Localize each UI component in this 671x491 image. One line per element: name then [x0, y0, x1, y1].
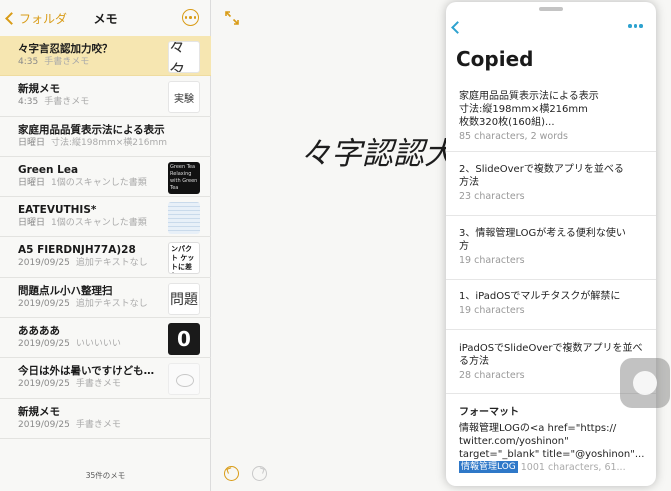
clip-count: 23 characters [459, 191, 525, 202]
note-title: ああああ [18, 325, 60, 338]
clip-text-line: 家庭用品品質表示法による表示 [459, 91, 599, 102]
note-date: 日曜日 [18, 218, 46, 229]
sidebar-title: メモ [93, 12, 118, 26]
note-date: 4:35 [18, 57, 39, 67]
clip-count: 19 characters [459, 305, 525, 316]
note-title: 新規メモ [18, 405, 60, 418]
handwriting-text: 々字認認大 [300, 136, 446, 172]
book-cover-digit: 0 [177, 327, 191, 352]
redo-icon[interactable] [252, 466, 267, 481]
note-count: 35件のメモ [85, 471, 126, 480]
note-title: Green Lea [18, 163, 79, 176]
clip-item[interactable]: 2、SlideOverで複数アプリを並べる 方法 23 characters [446, 152, 656, 216]
note-date: 4:35 [18, 97, 39, 108]
note-title: 今日は外は暑いですけども… [18, 365, 155, 378]
clip-text-line: 枚数320枚(160組)... [459, 117, 555, 128]
note-title: 家庭用品品質表示法による表示 [18, 123, 165, 136]
note-thumbnail: 問題 [168, 282, 200, 315]
note-row[interactable]: 問題点ル小ハ整理扫 2019/09/25 追加テキストなし 問題 [0, 278, 211, 319]
clip-text-line: iPadOSでSlideOverで複数アプリを並べ [459, 343, 643, 354]
clip-text-line: 情報管理LOGの<a href="https:// [459, 423, 617, 434]
note-thumbnail: Green Tea Relaxing with Green Tea [168, 161, 200, 194]
note-date: 2019/09/25 [18, 419, 70, 430]
note-thumbnail: ンパクト ケットに差し いい名筆 [168, 242, 200, 275]
slideover-title: Copied [456, 47, 534, 71]
note-thumbnail [168, 363, 200, 396]
undo-icon[interactable] [224, 466, 239, 481]
clip-count: 85 characters, 2 words [459, 131, 568, 142]
clip-item[interactable]: フォーマット 情報管理LOGの<a href="https:// twitter… [446, 394, 656, 480]
note-thumbnail [168, 202, 200, 235]
chevron-left-icon[interactable] [451, 21, 464, 34]
note-subtitle: 1個のスキャンした書類 [51, 218, 147, 229]
note-subtitle: 追加テキストなし [75, 298, 148, 309]
expand-icon[interactable] [224, 10, 240, 26]
more-options-icon[interactable] [182, 9, 199, 26]
note-date: 2019/09/25 [18, 298, 70, 309]
clip-source-badge: 情報管理LOG [459, 461, 518, 473]
note-thumbnail: 実験 [168, 81, 200, 114]
note-row[interactable]: 新規メモ 2019/09/25 手書きメモ [0, 399, 211, 439]
note-row[interactable]: Green Lea 日曜日 1個のスキャンした書類 Green Tea Relax… [0, 157, 211, 198]
note-subtitle: いいいいい [75, 339, 121, 350]
clip-text-line: 寸法:縦198mm×横216mm [459, 104, 588, 115]
note-row[interactable]: 新規メモ 4:35 手書きメモ 実験 [0, 76, 211, 117]
note-row[interactable]: 今日は外は暑いですけども… 2019/09/25 手書きメモ [0, 358, 211, 399]
note-thumbnail: 々夕 [168, 41, 200, 73]
clip-text-line: 3、情報管理LOGが考える便利な使い [459, 228, 626, 239]
note-row[interactable]: A5 FIERDNJH77A)28 2019/09/25 追加テキストなし ンパク… [0, 237, 211, 278]
clip-format-heading: フォーマット [459, 407, 519, 418]
clip-text-line: 方法 [459, 177, 479, 188]
note-date: 2019/09/25 [18, 258, 70, 269]
clip-count: 1001 characters, 61... [520, 461, 626, 473]
note-list: 々字言忍認加力咬？ 4:35 手書きメモ 々夕 新規メモ 4:35 手書きメモ 実験… [0, 36, 211, 439]
note-subtitle: 1個のスキャンした書類 [51, 177, 147, 188]
note-date: 日曜日 [18, 177, 46, 188]
clip-count: 19 characters [459, 255, 525, 266]
more-options-icon[interactable] [628, 24, 643, 28]
note-title: 問題点ル小ハ整理扫 [18, 284, 113, 297]
note-date: 2019/09/25 [18, 379, 70, 390]
note-subtitle: 追加テキストなし [75, 258, 148, 269]
note-row[interactable]: 々字言忍認加力咬？ 4:35 手書きメモ 々夕 [0, 36, 211, 77]
note-title: EATEVUTHIS* [18, 204, 97, 217]
note-date: 2019/09/25 [18, 339, 70, 350]
clip-count: 28 characters [459, 370, 525, 381]
note-subtitle: 寸法:縦198mm×横216mm [51, 137, 168, 148]
assistive-touch-button[interactable] [620, 358, 670, 408]
note-title: 新規メモ [18, 83, 60, 96]
clip-list: 家庭用品品質表示法による表示 寸法:縦198mm×横216mm 枚数320枚(1… [446, 84, 656, 480]
clip-text-line: る方法 [459, 356, 489, 367]
note-thumbnail: 0 [168, 323, 200, 356]
note-subtitle: 手書きメモ [75, 419, 121, 430]
note-subtitle: 手書きメモ [44, 57, 90, 67]
note-row[interactable]: ああああ 2019/09/25 いいいいい 0 [0, 318, 211, 359]
handwriting-canvas[interactable]: 々字認認大 [296, 128, 446, 176]
clip-item[interactable]: 家庭用品品質表示法による表示 寸法:縦198mm×横216mm 枚数320枚(1… [446, 84, 656, 152]
notes-sidebar: フォルダ メモ 々字言忍認加力咬？ 4:35 手書きメモ 々夕 新規メモ 4:35… [0, 0, 211, 491]
clip-text-line: 方 [459, 241, 469, 252]
sidebar-header: フォルダ メモ [0, 0, 211, 34]
clip-item[interactable]: 1、iPadOSでマルチタスクが解禁に 19 characters [446, 280, 656, 330]
slideover-panel: Copied 家庭用品品質表示法による表示 寸法:縦198mm×横216mm 枚… [446, 2, 656, 486]
note-title: A5 FIERDNJH77A)28 [18, 244, 136, 257]
clip-item[interactable]: 3、情報管理LOGが考える便利な使い 方 19 characters [446, 216, 656, 280]
note-subtitle: 手書きメモ [75, 379, 121, 390]
slideover-grabber[interactable] [539, 7, 563, 11]
note-row[interactable]: 家庭用品品質表示法による表示 日曜日 寸法:縦198mm×横216mm [0, 117, 211, 157]
clip-text-line: 2、SlideOverで複数アプリを並べる [459, 164, 624, 175]
clip-text-line: 1、iPadOSでマルチタスクが解禁に [459, 291, 621, 302]
note-subtitle: 手書きメモ [44, 97, 90, 108]
clip-text-line: twitter.com/yoshinon" [459, 436, 569, 447]
note-date: 日曜日 [18, 137, 46, 148]
clip-text-line: target="_blank" title="@yoshinon"... [459, 449, 645, 460]
note-row[interactable]: EATEVUTHIS* 日曜日 1個のスキャンした書類 [0, 197, 211, 238]
note-title: 々字言忍認加力咬？ [18, 43, 113, 55]
